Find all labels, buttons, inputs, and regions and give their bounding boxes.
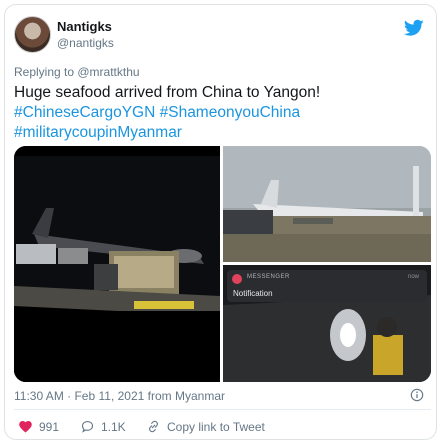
copy-link-label: Copy link to Tweet <box>167 419 265 434</box>
replying-prefix: Replying to <box>14 65 78 79</box>
media-photo-inside-hold[interactable]: MESSENGER now Notification <box>223 265 431 382</box>
like-button[interactable]: 991 <box>18 419 59 434</box>
tweet-timestamp[interactable]: 11:30 AM · Feb 11, 2021 from Myanmar <box>14 389 225 403</box>
link-icon <box>149 420 158 433</box>
display-name[interactable]: Nantigks <box>57 19 112 34</box>
hashtag-link[interactable]: #ChineseCargoYGN <box>14 104 155 121</box>
like-count: 991 <box>39 419 60 434</box>
copy-link-button[interactable]: Copy link to Tweet <box>146 419 265 434</box>
info-icon[interactable] <box>410 388 424 402</box>
replying-to: Replying to @mrattkthu <box>14 65 140 79</box>
media-photo-plane-day[interactable] <box>223 146 431 262</box>
tweet-line: Huge seafood arrived from China to Yango… <box>14 84 321 101</box>
divider <box>14 409 431 410</box>
twitter-bird-icon[interactable] <box>404 19 424 37</box>
photo-night-airport <box>14 146 220 382</box>
hashtag-link[interactable]: #ShameonyouChina <box>160 104 300 121</box>
tweet-text: Huge seafood arrived from China to Yango… <box>14 83 424 143</box>
reply-button[interactable]: 1.1K <box>80 419 126 434</box>
media-grid: MESSENGER now Notification <box>14 146 431 382</box>
notification-time: now <box>407 274 419 280</box>
user-handle[interactable]: @nantigks <box>57 36 114 50</box>
notification-banner[interactable]: MESSENGER now Notification <box>227 270 427 302</box>
reply-bubble-icon <box>81 420 94 433</box>
avatar[interactable] <box>14 16 51 53</box>
reply-to-handle-link[interactable]: @mrattkthu <box>77 65 139 79</box>
media-photo-cargo-plane-night[interactable] <box>14 146 220 382</box>
heart-icon <box>19 421 32 433</box>
messenger-icon <box>232 274 242 284</box>
reply-count: 1.1K <box>101 419 126 434</box>
hashtag-link[interactable]: #militarycoupinMyanmar <box>14 124 182 141</box>
tweet-card[interactable]: Nantigks @nantigks Replying to @mrattkth… <box>4 4 437 440</box>
notification-app-name: MESSENGER <box>247 274 290 280</box>
photo-daytime-plane <box>223 146 431 262</box>
notification-title: Notification <box>233 289 273 298</box>
